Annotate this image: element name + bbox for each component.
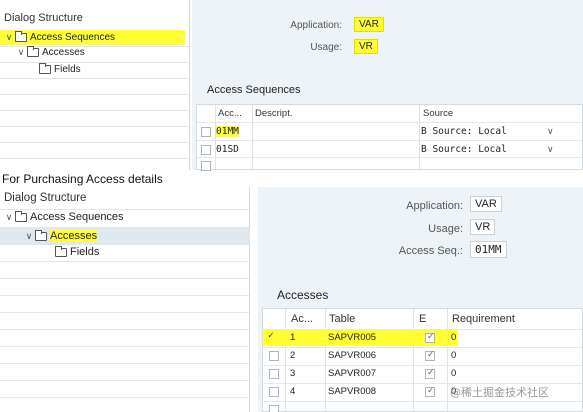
row-select-checkbox[interactable] <box>269 405 279 412</box>
table-cell[interactable]: SAPVR005 <box>328 332 376 343</box>
requirement-cell[interactable]: 0 <box>451 350 456 361</box>
folder-icon <box>15 210 27 222</box>
application-field[interactable]: VAR <box>470 196 502 212</box>
table-cell[interactable]: SAPVR006 <box>328 350 376 361</box>
folder-open-icon <box>15 31 27 42</box>
row-select-checkbox[interactable] <box>201 127 211 137</box>
tree-node-label: Access Sequences <box>30 211 124 223</box>
column-header-access[interactable]: Ac... <box>291 313 313 325</box>
source-cell[interactable]: B Source: Local <box>421 126 507 137</box>
folder-open-icon <box>35 229 47 241</box>
access-sequence-cell[interactable]: 01MM <box>216 126 239 137</box>
access-sequence-cell[interactable]: 01SD <box>216 144 239 155</box>
access-number-cell[interactable]: 2 <box>290 350 295 361</box>
source-cell[interactable]: B Source: Local <box>421 144 507 155</box>
usage-field[interactable]: VR <box>354 39 378 54</box>
row-select-checkbox[interactable] <box>269 387 279 397</box>
tree-node-label: Access Sequences <box>30 32 116 43</box>
access-sequences-table: Acc... Descript. Source 01MM B Source: L… <box>196 104 583 171</box>
folder-icon <box>55 245 67 257</box>
table-cell[interactable]: SAPVR007 <box>328 368 376 379</box>
access-number-cell[interactable]: 3 <box>290 368 295 379</box>
access-seq-label: Access Seq.: <box>398 245 463 257</box>
chevron-down-icon[interactable]: ∨ <box>547 144 554 155</box>
access-sequence-detail: Application: VAR Usage: VR Access Sequen… <box>192 0 583 171</box>
tree-node-accesses[interactable]: ∨ Accesses <box>0 228 250 244</box>
column-header-exclusive[interactable]: E <box>419 313 426 325</box>
exclusive-checkbox[interactable] <box>425 331 435 343</box>
row-selected-check-icon[interactable]: ✓ <box>268 330 274 341</box>
accesses-detail: Application: VAR Usage: VR Access Seq.: … <box>258 187 583 412</box>
exclusive-checkbox[interactable] <box>425 367 435 379</box>
application-label: Application: <box>290 20 342 31</box>
chevron-down-icon[interactable]: ∨ <box>16 47 26 58</box>
access-number-cell[interactable]: 4 <box>290 386 295 397</box>
bottom-screenshot: Dialog Structure ∨ Access Sequences ∨ Ac… <box>0 187 583 412</box>
requirement-cell[interactable]: 0 <box>451 332 456 343</box>
dialog-structure-tree: Dialog Structure ∨ Access Sequences ∨ Ac… <box>0 187 250 412</box>
tree-node-access-sequences[interactable]: ∨ Access Sequences <box>4 210 124 223</box>
chevron-down-icon[interactable]: ∨ <box>547 126 554 137</box>
requirement-cell[interactable]: 0 <box>451 368 456 379</box>
row-select-checkbox[interactable] <box>201 145 211 155</box>
column-header-source[interactable]: Source <box>423 108 453 119</box>
application-label: Application: <box>406 200 463 212</box>
tree-node-label: Fields <box>54 64 81 75</box>
top-screenshot: Dialog Structure ∨ Access Sequences ∨ Ac… <box>0 0 583 171</box>
usage-label: Usage: <box>310 42 342 53</box>
tree-node-label: Fields <box>70 246 100 258</box>
section-title: Access Sequences <box>207 84 301 96</box>
column-header-requirement[interactable]: Requirement <box>452 313 515 325</box>
access-seq-field[interactable]: 01MM <box>470 241 507 258</box>
exclusive-checkbox[interactable] <box>425 349 435 361</box>
folder-icon <box>39 63 51 74</box>
tree-node-label: Accesses <box>50 230 98 242</box>
row-select-checkbox[interactable] <box>269 351 279 361</box>
usage-label: Usage: <box>428 223 463 235</box>
dialog-structure-tree: Dialog Structure ∨ Access Sequences ∨ Ac… <box>0 0 190 170</box>
column-header-table[interactable]: Table <box>329 313 355 325</box>
tree-node-accesses[interactable]: ∨ Accesses <box>16 46 85 58</box>
usage-field[interactable]: VR <box>470 219 496 235</box>
application-field[interactable]: VAR <box>354 17 384 32</box>
access-number-cell[interactable]: 1 <box>290 332 295 343</box>
section-title: Accesses <box>277 288 329 302</box>
row-select-checkbox[interactable] <box>269 369 279 379</box>
watermark: @稀土掘金技术社区 <box>450 386 549 399</box>
chevron-down-icon[interactable]: ∨ <box>24 231 34 242</box>
chevron-down-icon[interactable]: ∨ <box>4 212 14 223</box>
caption-text: For Purchasing Access details <box>2 172 163 186</box>
table-cell[interactable]: SAPVR008 <box>328 386 376 397</box>
tree-row-lines <box>0 0 189 170</box>
tree-node-fields[interactable]: Fields <box>54 245 100 258</box>
tree-node-fields[interactable]: Fields <box>38 63 81 75</box>
column-header-description[interactable]: Descript. <box>255 108 292 119</box>
chevron-down-icon[interactable]: ∨ <box>4 32 14 43</box>
tree-node-access-sequences[interactable]: ∨ Access Sequences <box>0 30 185 45</box>
folder-icon <box>27 46 39 57</box>
column-header-acc[interactable]: Acc... <box>218 108 242 119</box>
tree-node-label: Accesses <box>42 47 85 58</box>
exclusive-checkbox[interactable] <box>425 385 435 397</box>
row-select-checkbox[interactable] <box>201 161 211 171</box>
